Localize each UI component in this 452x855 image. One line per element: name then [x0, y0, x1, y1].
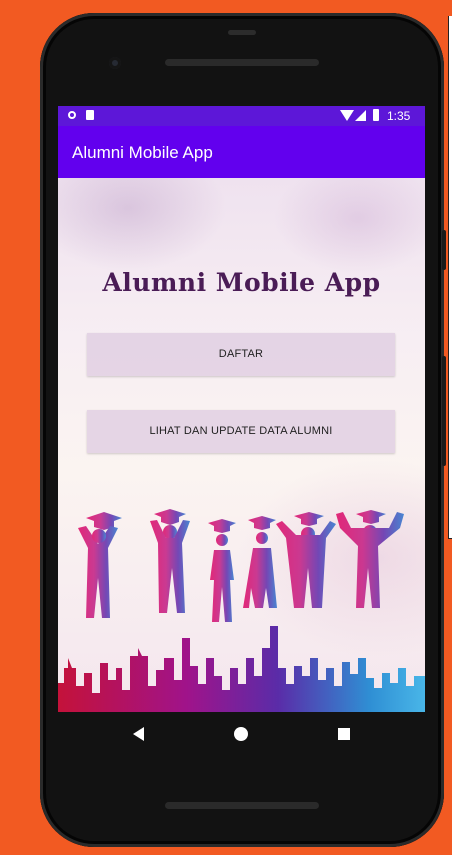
main-content: Alumni Mobile App DAFTAR LIHAT DAN UPDAT… [58, 178, 425, 712]
power-button [442, 356, 446, 466]
graduates-silhouettes [78, 509, 404, 622]
volume-button [442, 230, 446, 270]
status-bar: 1:35 [58, 106, 425, 126]
status-time: 1:35 [387, 109, 411, 123]
top-notch [228, 30, 256, 35]
bottom-speaker [165, 802, 319, 809]
phone-screen: 1:35 Alumni Mobile App Alumni Mobile App… [58, 106, 425, 712]
wifi-icon [340, 110, 354, 121]
recent-apps-icon[interactable] [338, 728, 350, 740]
signal-icon [355, 110, 366, 121]
daftar-button[interactable]: DAFTAR [87, 333, 395, 376]
battery-icon [373, 109, 379, 121]
notification-dot-icon [68, 111, 76, 119]
view-update-alumni-button[interactable]: LIHAT DAN UPDATE DATA ALUMNI [87, 410, 395, 453]
home-icon[interactable] [234, 727, 248, 741]
city-skyline [58, 626, 425, 712]
app-bar: Alumni Mobile App [58, 126, 425, 178]
front-camera [109, 57, 121, 69]
page-title: Alumni Mobile App [102, 268, 381, 297]
background-window-edge [448, 16, 452, 539]
navigation-bar [58, 712, 425, 756]
back-icon[interactable] [133, 727, 144, 741]
graduates-city-illustration [58, 509, 425, 712]
earpiece-speaker [165, 59, 319, 66]
app-bar-title: Alumni Mobile App [72, 143, 213, 162]
sd-card-icon [86, 110, 94, 120]
